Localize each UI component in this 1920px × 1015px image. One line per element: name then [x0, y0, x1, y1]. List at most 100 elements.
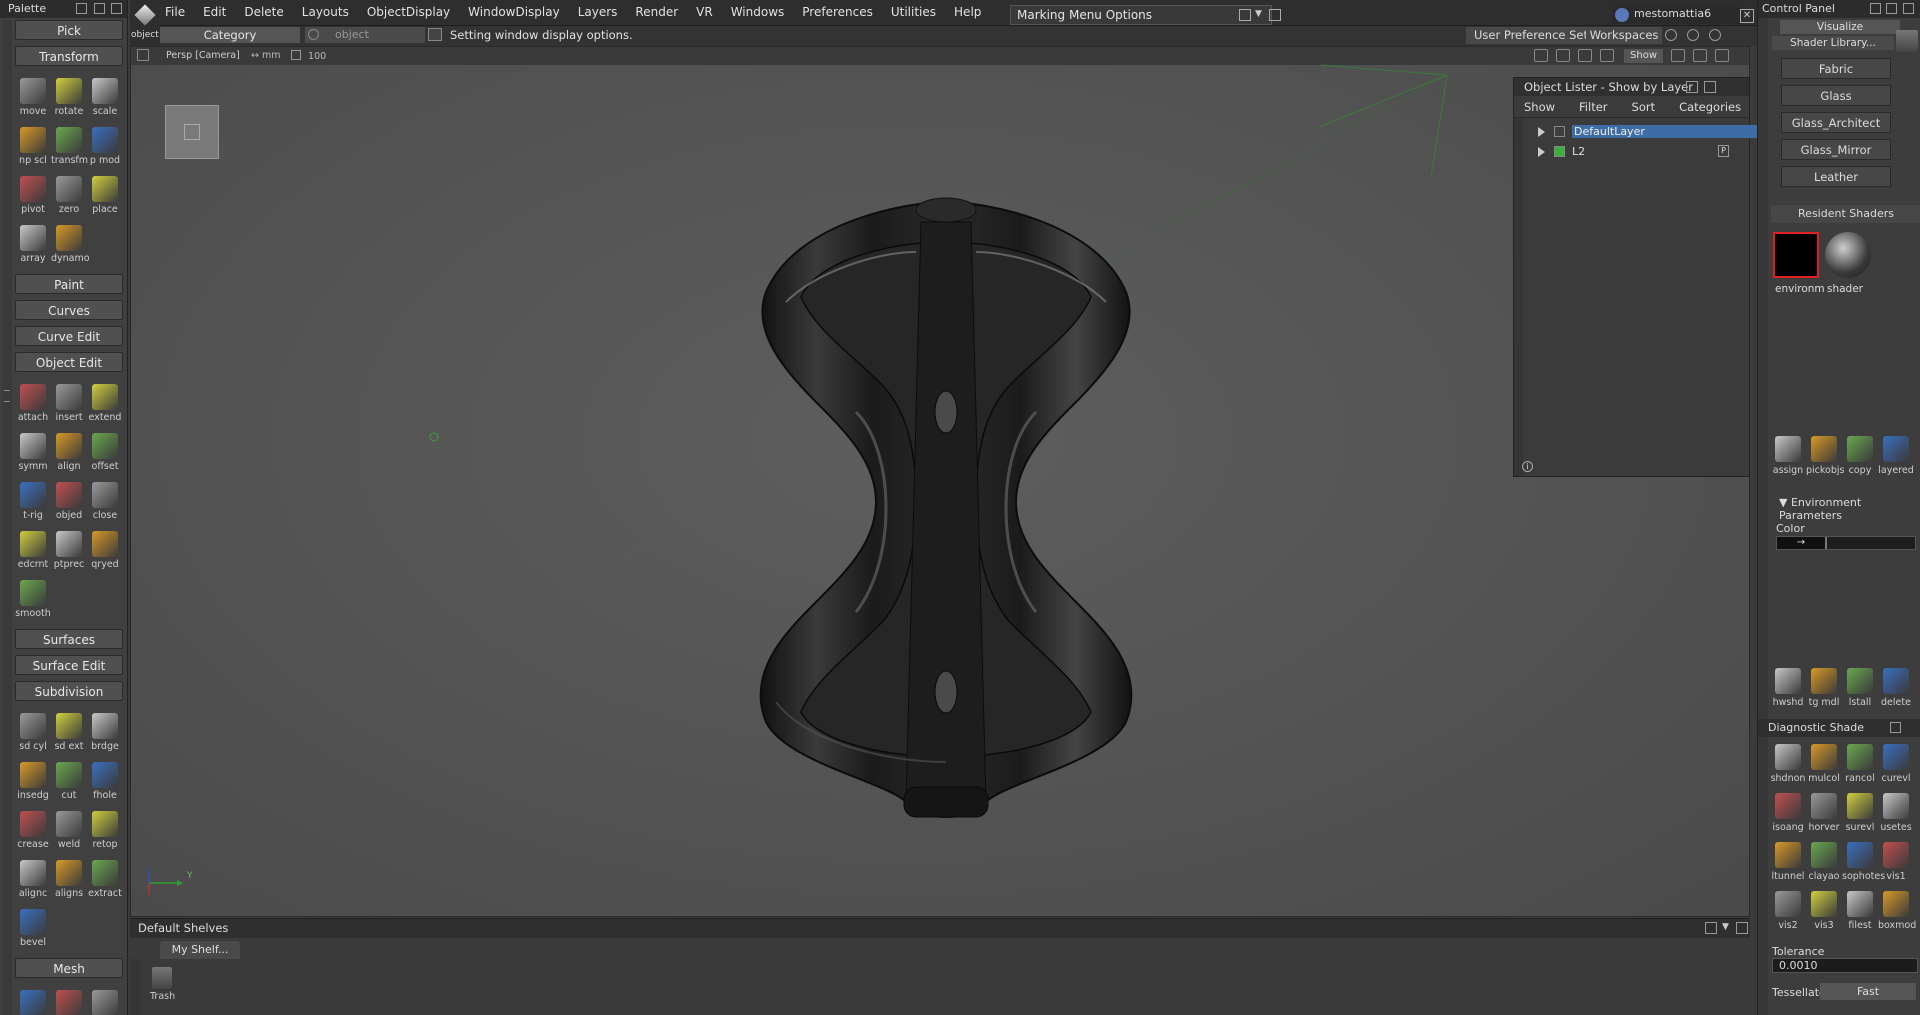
layer-color-swatch[interactable]: [1554, 126, 1565, 137]
marking-menu-dropdown-icon[interactable]: ▼: [1255, 9, 1267, 21]
menu-utilities[interactable]: Utilities: [891, 5, 936, 19]
cp-menu-icon[interactable]: [1870, 3, 1881, 14]
tool-array[interactable]: array: [15, 219, 51, 268]
shelves-close-icon[interactable]: [1736, 922, 1748, 934]
tool-clayao[interactable]: clayao: [1806, 842, 1842, 882]
tool-weld[interactable]: weld: [51, 805, 87, 854]
tool-ltunnel[interactable]: ltunnel: [1770, 842, 1806, 882]
shader-button-glass[interactable]: Glass: [1781, 85, 1891, 106]
tool-place[interactable]: place: [87, 170, 123, 219]
tool-lstall[interactable]: lstall: [1842, 668, 1878, 708]
tool-insert[interactable]: insert: [51, 378, 87, 427]
tool-np-scl[interactable]: np scl: [15, 121, 51, 170]
tool-alignc[interactable]: alignc: [15, 854, 51, 903]
marking-menu-close-icon[interactable]: [1269, 9, 1281, 21]
expand-triangle-icon[interactable]: [1538, 147, 1545, 157]
tool-offset[interactable]: offset: [87, 427, 123, 476]
tool-insedg[interactable]: insedg: [15, 756, 51, 805]
lister-splitter[interactable]: [1514, 118, 1523, 476]
palette-section-subdivision[interactable]: Subdivision: [15, 681, 123, 701]
tool-vis1[interactable]: vis1: [1878, 842, 1914, 882]
tool-tg-mdl[interactable]: tg mdl: [1806, 668, 1842, 708]
tool-edcrnt[interactable]: edcrnt: [15, 525, 51, 574]
user-preference-sets-button[interactable]: User Preference Sets: [1466, 27, 1602, 44]
tool-t-rig[interactable]: t-rig: [15, 476, 51, 525]
tool-fhole[interactable]: fhole: [87, 756, 123, 805]
tool-retop[interactable]: retop: [87, 805, 123, 854]
palette-section-curve-edit[interactable]: Curve Edit: [15, 326, 123, 346]
lister-expand-icon[interactable]: [1722, 81, 1734, 93]
tool-delete[interactable]: delete: [1878, 668, 1914, 708]
tool-mulcol[interactable]: mulcol: [1806, 744, 1842, 784]
visualize-dropdown[interactable]: Visualize: [1780, 20, 1900, 34]
tool-sophotes[interactable]: sophotes: [1842, 842, 1885, 882]
tool-p-mod[interactable]: p mod: [87, 121, 123, 170]
tool-sd-ext[interactable]: sd ext: [51, 707, 87, 756]
snap-curve-icon[interactable]: [1687, 29, 1699, 41]
tool-attach[interactable]: attach: [15, 378, 51, 427]
snap-point-icon[interactable]: [1709, 29, 1721, 41]
tool-usetes[interactable]: usetes: [1878, 793, 1914, 833]
tool-close[interactable]: close: [87, 476, 123, 525]
tool-curevl[interactable]: curevl: [1878, 744, 1914, 784]
window-close-button[interactable]: ✕: [1740, 9, 1754, 23]
tessellator-dropdown[interactable]: Fast: [1820, 983, 1916, 1000]
menu-edit[interactable]: Edit: [203, 5, 226, 19]
menu-render[interactable]: Render: [635, 5, 678, 19]
shader-button-glass-mirror[interactable]: Glass_Mirror: [1781, 139, 1891, 160]
tool-vis3[interactable]: vis3: [1806, 891, 1842, 931]
palette-section-surface-edit[interactable]: Surface Edit: [15, 655, 123, 675]
palette-section-surfaces[interactable]: Surfaces: [15, 629, 123, 649]
lister-menu-filter[interactable]: Filter: [1579, 100, 1607, 114]
tool-horver[interactable]: horver: [1806, 793, 1842, 833]
tool-crease[interactable]: crease: [15, 805, 51, 854]
diagnostic-menu-icon[interactable]: [1890, 722, 1901, 733]
tool-scale[interactable]: scale: [87, 72, 123, 121]
category-dropdown[interactable]: Category: [160, 27, 300, 43]
shader-button-fabric[interactable]: Fabric: [1781, 58, 1891, 79]
shader-library-button[interactable]: Shader Library...: [1772, 36, 1894, 50]
tool-rancol[interactable]: rancol: [1842, 744, 1878, 784]
menu-layouts[interactable]: Layouts: [302, 5, 349, 19]
tool-nrbtm[interactable]: nrbtm: [15, 984, 51, 1015]
bottle-cage-model[interactable]: [746, 182, 1146, 822]
palette-expand-icon[interactable]: [94, 3, 105, 14]
object-search-field[interactable]: object: [305, 27, 425, 43]
tool-msbset[interactable]: msbset: [51, 984, 87, 1015]
layer-row[interactable]: DefaultLayer: [1528, 122, 1795, 142]
user-account[interactable]: mestomattia6: [1612, 7, 1742, 24]
layer-name[interactable]: L2: [1572, 145, 1585, 158]
color-slider[interactable]: →: [1776, 536, 1916, 550]
tool-zero[interactable]: zero: [51, 170, 87, 219]
resident-shader-swatch[interactable]: [1825, 232, 1871, 278]
palette-section-pick[interactable]: Pick: [15, 20, 123, 40]
color-swatch[interactable]: →: [1777, 537, 1827, 549]
shelf-item-trash[interactable]: Trash: [150, 967, 175, 1002]
trash-icon[interactable]: [1896, 30, 1918, 52]
tool-hwshd[interactable]: hwshd: [1770, 668, 1806, 708]
environment-parameters-header[interactable]: ▼ Environment Parameters: [1771, 496, 1920, 522]
resident-shader-swatch[interactable]: [1773, 232, 1819, 278]
shelf-splitter[interactable]: [130, 959, 140, 1015]
tool-ptprec[interactable]: ptprec: [51, 525, 87, 574]
tool-vis2[interactable]: vis2: [1770, 891, 1806, 931]
tool-aligns[interactable]: aligns: [51, 854, 87, 903]
lister-sort-icon[interactable]: [1686, 81, 1698, 93]
marking-menu-options-bar[interactable]: Marking Menu Options ▼: [1010, 5, 1281, 25]
tool-mpjcrv[interactable]: mpjcrv: [87, 984, 123, 1015]
shelves-dropdown-icon[interactable]: ▼: [1722, 922, 1734, 934]
marking-menu-list-icon[interactable]: [1239, 9, 1251, 21]
tool-copy[interactable]: copy: [1842, 436, 1878, 476]
layer-pick-flag[interactable]: P: [1718, 145, 1729, 157]
lister-menu-categories[interactable]: Categories: [1679, 100, 1741, 114]
menu-help[interactable]: Help: [954, 5, 981, 19]
tool-extend[interactable]: extend: [87, 378, 123, 427]
tool-filest[interactable]: filest: [1842, 891, 1878, 931]
expand-triangle-icon[interactable]: [1538, 127, 1545, 137]
palette-section-mesh[interactable]: Mesh: [15, 958, 123, 978]
tool-dynamo[interactable]: dynamo: [51, 219, 90, 268]
tool-pivot[interactable]: pivot: [15, 170, 51, 219]
palette-menu-icon[interactable]: [76, 3, 87, 14]
palette-section-object-edit[interactable]: Object Edit: [15, 352, 123, 372]
layer-color-swatch[interactable]: [1554, 146, 1565, 157]
